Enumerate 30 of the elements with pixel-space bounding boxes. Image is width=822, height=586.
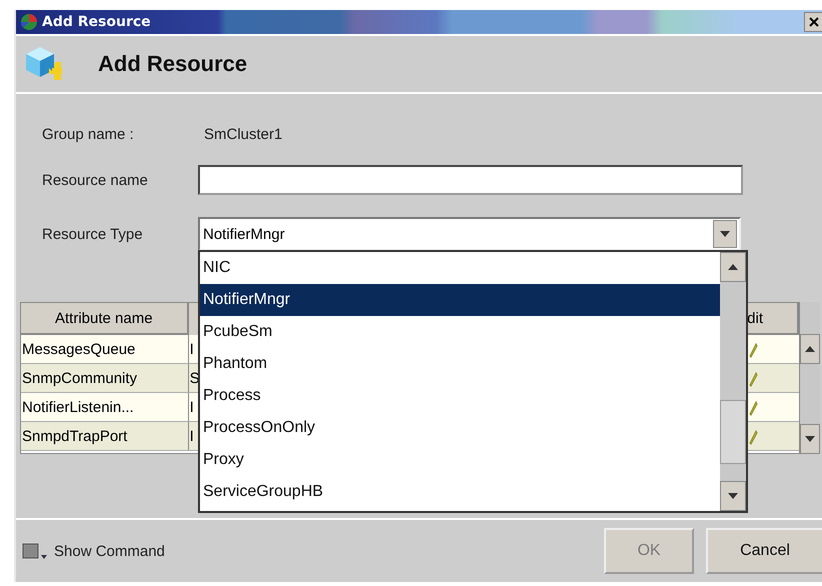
close-icon	[809, 17, 819, 27]
resource-type-label: Resource Type	[41, 226, 144, 242]
down-arrow-icon	[720, 231, 730, 237]
resource-name-label: Resource name	[41, 172, 149, 188]
down-arrow-icon	[728, 493, 738, 499]
table-cell: SnmpCommunity	[21, 364, 189, 392]
table-cell: NotifierListenin...	[21, 393, 189, 421]
table-cell: I	[190, 340, 194, 358]
table-cell: I	[190, 398, 194, 416]
group-name-label: Group name :	[41, 126, 135, 142]
up-arrow-icon	[805, 346, 816, 352]
group-name-value: SmCluster1	[204, 126, 282, 142]
scrollbar-thumb[interactable]	[720, 400, 746, 464]
show-command-button[interactable]: Show Command	[22, 541, 165, 561]
up-arrow-icon	[728, 264, 738, 270]
down-arrow-icon	[805, 436, 816, 442]
scrollbar[interactable]	[800, 302, 820, 454]
resource-type-dropdown[interactable]: NotifierMngr	[198, 217, 741, 251]
table-cell: I	[190, 428, 194, 444]
cancel-button[interactable]: Cancel	[706, 528, 822, 574]
dropdown-item[interactable]: NotifierMngr	[200, 284, 720, 316]
scrollbar[interactable]	[720, 252, 746, 511]
window-title: Add Resource	[42, 14, 151, 30]
app-icon	[20, 13, 38, 31]
table-cell: SnmpdTrapPort	[21, 422, 189, 450]
command-icon	[22, 541, 48, 561]
dialog-title: Add Resource	[98, 51, 248, 77]
table-cell: MessagesQueue	[21, 335, 189, 363]
resource-name-field[interactable]	[198, 165, 743, 195]
close-button[interactable]	[804, 12, 822, 32]
